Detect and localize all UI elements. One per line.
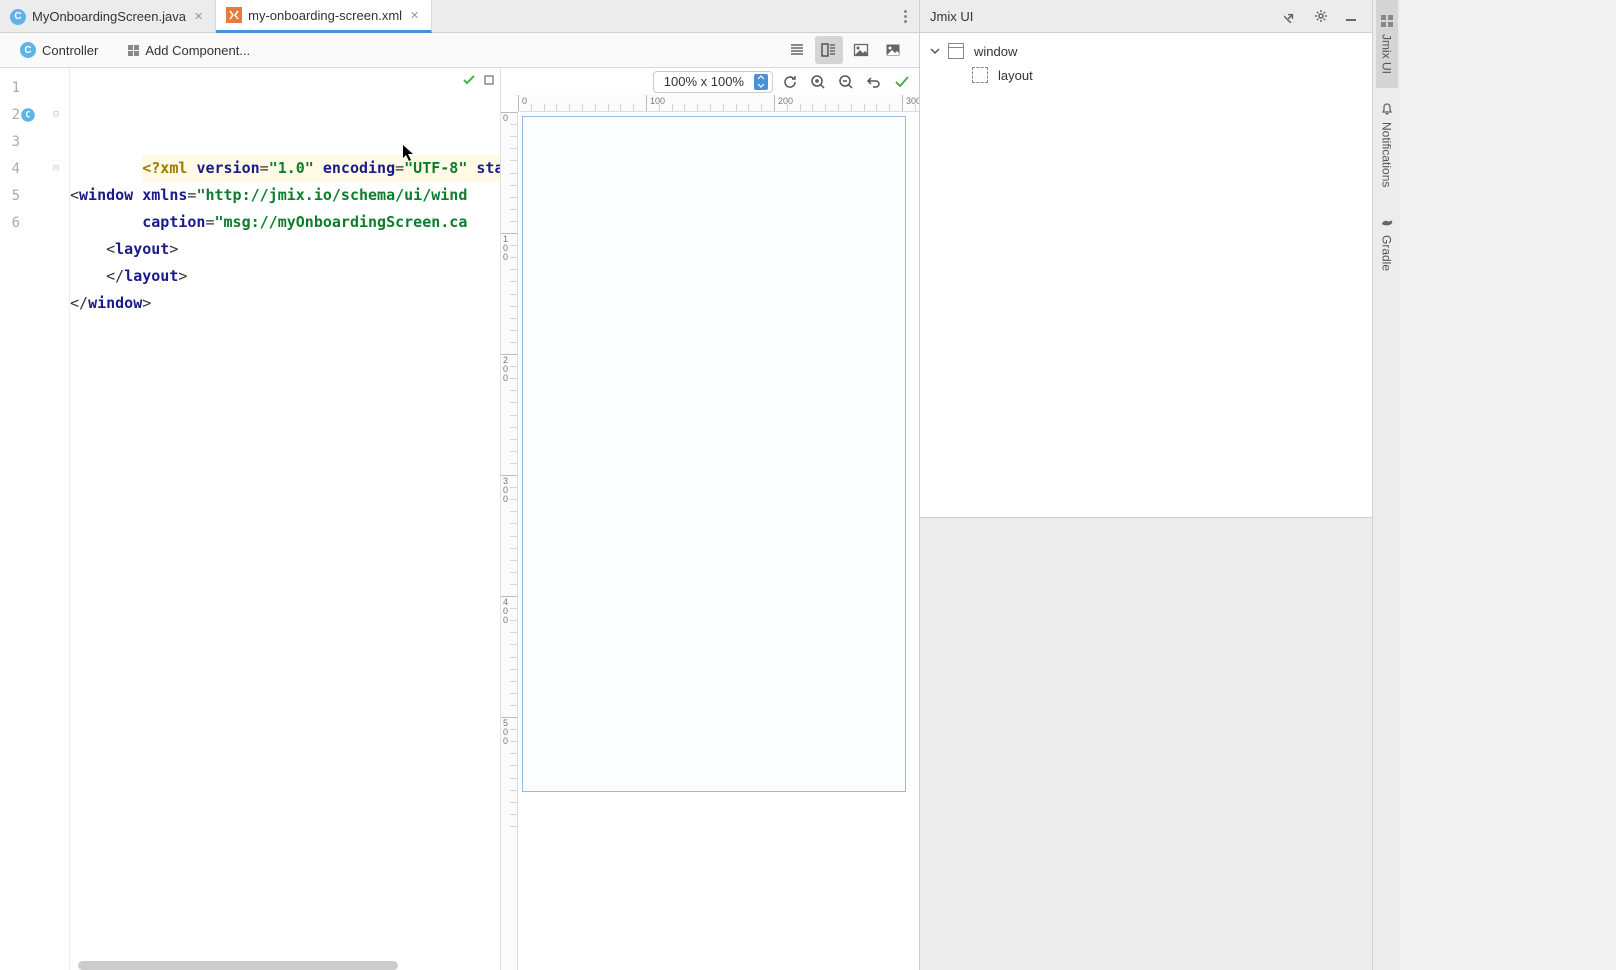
ruler-horizontal-top: 0100200300 [518, 95, 919, 112]
editor-toolbar: C Controller Add Component... [0, 33, 919, 68]
viewmode-split-button[interactable] [815, 36, 843, 64]
bell-icon [1380, 102, 1394, 116]
minimize-icon[interactable] [1340, 5, 1362, 27]
preview-toolbar: 100% x 100% [501, 68, 919, 95]
tab-java-file[interactable]: C MyOnboardingScreen.java ✕ [0, 0, 216, 33]
viewmode-text-button[interactable] [783, 36, 811, 64]
zoom-control[interactable]: 100% x 100% [653, 71, 773, 93]
apply-button[interactable] [891, 71, 913, 93]
code-pane: 12C⊟34⊟56 <?xml version="1.0" encoding="… [0, 68, 500, 970]
controller-button[interactable]: C Controller [12, 38, 106, 62]
tree-node-label: window [974, 44, 1017, 59]
tree-node-window[interactable]: window [930, 39, 1362, 63]
viewmode-image-button[interactable] [847, 36, 875, 64]
properties-panel [920, 517, 1372, 970]
grid-icon [128, 45, 139, 56]
sidetab-notifications[interactable]: Notifications [1376, 88, 1398, 201]
xml-icon [226, 7, 242, 23]
palette-icon [1380, 14, 1394, 28]
viewmode-preview-button[interactable] [879, 36, 907, 64]
tab-xml-file[interactable]: my-onboarding-screen.xml ✕ [216, 0, 432, 33]
ruler-vertical-left: 01 0 02 0 03 0 04 0 05 0 0 [501, 112, 518, 970]
tab-label: MyOnboardingScreen.java [32, 9, 186, 24]
jmix-ui-title: Jmix UI [930, 9, 973, 24]
add-component-button[interactable]: Add Component... [120, 39, 258, 62]
controller-label: Controller [42, 43, 98, 58]
gutter-class-icon[interactable]: C [21, 108, 35, 122]
tree-node-layout[interactable]: layout [930, 63, 1362, 87]
window-icon [948, 43, 964, 59]
component-tree[interactable]: window layout [920, 33, 1372, 517]
tree-node-label: layout [998, 68, 1033, 83]
zoom-in-button[interactable] [807, 71, 829, 93]
class-icon: C [10, 9, 26, 25]
tab-label: my-onboarding-screen.xml [248, 8, 402, 23]
zoom-label: 100% x 100% [664, 74, 744, 89]
horizontal-scrollbar[interactable] [78, 961, 398, 970]
editor-tabs: C MyOnboardingScreen.java ✕ my-onboardin… [0, 0, 919, 33]
export-icon[interactable] [1280, 5, 1302, 27]
layout-icon [972, 67, 988, 83]
preview-canvas[interactable]: 0100200300 01 0 02 0 03 0 04 0 05 0 0 01… [501, 95, 919, 970]
editor-body: 12C⊟34⊟56 <?xml version="1.0" encoding="… [0, 68, 919, 970]
gradle-icon [1380, 215, 1394, 229]
chevron-down-icon[interactable] [930, 46, 944, 56]
kebab-icon[interactable] [900, 6, 911, 27]
jmix-ui-header: Jmix UI [920, 0, 1372, 33]
zoom-out-button[interactable] [835, 71, 857, 93]
class-icon: C [20, 42, 36, 58]
undo-button[interactable] [863, 71, 885, 93]
spinner-icon[interactable] [754, 74, 768, 90]
gear-icon[interactable] [1310, 5, 1332, 27]
check-icon[interactable] [462, 73, 476, 87]
add-component-label: Add Component... [145, 43, 250, 58]
sidetab-jmix-ui[interactable]: Jmix UI [1376, 0, 1398, 88]
refresh-button[interactable] [779, 71, 801, 93]
sidetab-gradle[interactable]: Gradle [1376, 201, 1398, 285]
target-icon[interactable] [482, 73, 496, 87]
close-icon[interactable]: ✕ [192, 10, 205, 23]
preview-pane: 100% x 100% [500, 68, 919, 970]
close-icon[interactable]: ✕ [408, 9, 421, 22]
gutter: 12C⊟34⊟56 [0, 68, 70, 970]
right-tool-strip: Jmix UI Notifications Gradle [1372, 0, 1400, 970]
code-area[interactable]: <?xml version="1.0" encoding="UTF-8" sta… [70, 68, 500, 970]
layout-rect[interactable] [522, 116, 906, 792]
